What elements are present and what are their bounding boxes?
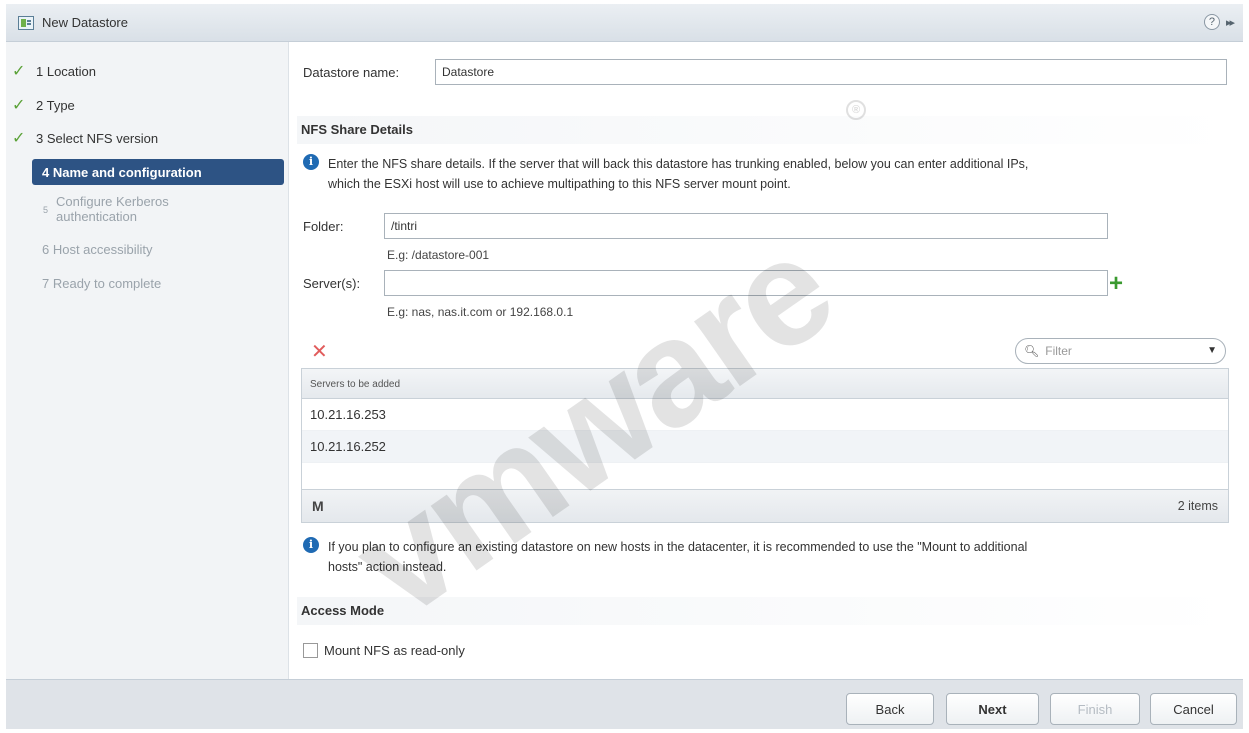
mount-info-message: i If you plan to configure an existing d…	[303, 537, 1233, 577]
main-panel: Datastore name: NFS Share Details i Ente…	[289, 42, 1243, 679]
next-button[interactable]: Next	[946, 693, 1039, 725]
step-label: 1 Location	[36, 63, 96, 79]
finish-button[interactable]: Finish	[1050, 693, 1140, 725]
servers-label: Server(s):	[303, 276, 361, 291]
step-name-and-configuration[interactable]: 4 Name and configuration	[32, 159, 284, 185]
folder-label: Folder:	[303, 219, 344, 234]
folder-hint: E.g: /datastore-001	[387, 248, 490, 262]
step-location[interactable]: ✓ 1 Location	[6, 58, 289, 84]
nfs-info-message: i Enter the NFS share details. If the se…	[303, 154, 1233, 194]
binoculars-icon[interactable]: M	[312, 498, 324, 514]
chevron-down-icon[interactable]: ▼	[1207, 345, 1217, 356]
step-configure-kerberos: 5 Configure Kerberos authentication	[6, 194, 289, 230]
servers-hint: E.g: nas, nas.it.com or 192.168.0.1	[387, 305, 574, 319]
checkmark-icon: ✓	[12, 63, 26, 80]
step-label: Configure Kerberos authentication	[56, 194, 169, 224]
readonly-checkbox[interactable]	[303, 643, 318, 658]
dialog-title: New Datastore	[42, 15, 128, 30]
step-label-line2: authentication	[56, 209, 137, 224]
readonly-label[interactable]: Mount NFS as read-only	[324, 643, 465, 658]
step-label: 3 Select NFS version	[36, 130, 159, 146]
nfs-share-details-header: NFS Share Details	[297, 116, 1235, 144]
checkmark-icon: ✓	[12, 97, 26, 114]
servers-input[interactable]	[384, 270, 1108, 296]
info-icon: i	[303, 154, 319, 170]
step-number: 5	[43, 205, 49, 215]
datastore-name-label: Datastore name:	[303, 65, 400, 80]
mount-info-text: If you plan to configure an existing dat…	[328, 537, 1027, 577]
nfs-info-line1: Enter the NFS share details. If the serv…	[328, 157, 1029, 171]
table-row[interactable]: 10.21.16.252	[302, 431, 1228, 463]
cancel-button[interactable]: Cancel	[1150, 693, 1237, 725]
step-label: 7 Ready to complete	[42, 275, 162, 291]
back-button[interactable]: Back	[846, 693, 934, 725]
filter-placeholder: Filter	[1045, 344, 1072, 358]
step-ready-to-complete: 7 Ready to complete	[6, 270, 289, 296]
expand-icon[interactable]: ▸▸	[1226, 16, 1235, 29]
access-mode-header: Access Mode	[297, 597, 1235, 625]
info-icon: i	[303, 537, 319, 553]
step-label: 2 Type	[36, 97, 75, 113]
datastore-name-input[interactable]	[435, 59, 1227, 85]
filter-dropdown[interactable]: 🔍︎ Filter ▼	[1015, 338, 1226, 364]
servers-grid-header[interactable]: Servers to be added	[302, 369, 1228, 399]
wizard-steps-sidebar: ✓ 1 Location ✓ 2 Type ✓ 3 Select NFS ver…	[6, 42, 289, 679]
folder-input[interactable]	[384, 213, 1108, 239]
search-icon: 🔍︎	[1024, 344, 1040, 358]
step-label-line1: Configure Kerberos	[56, 194, 169, 209]
datastore-icon	[18, 15, 34, 30]
step-host-accessibility: 6 Host accessibility	[6, 236, 289, 262]
step-label: 4 Name and configuration	[42, 164, 202, 180]
table-row[interactable]: 10.21.16.253	[302, 399, 1228, 431]
checkmark-icon: ✓	[12, 130, 26, 147]
nfs-info-line2: which the ESXi host will use to achieve …	[328, 177, 791, 191]
mount-info-line1: If you plan to configure an existing dat…	[328, 540, 1028, 554]
registered-mark: ®	[846, 100, 866, 120]
step-select-nfs-version[interactable]: ✓ 3 Select NFS version	[6, 125, 289, 151]
step-label: 6 Host accessibility	[42, 241, 153, 257]
title-actions: ? ▸▸	[1203, 14, 1235, 30]
servers-grid-footer: M 2 items	[301, 489, 1229, 523]
remove-server-icon[interactable]: ✕	[311, 339, 328, 364]
nfs-info-text: Enter the NFS share details. If the serv…	[328, 154, 1028, 194]
step-type[interactable]: ✓ 2 Type	[6, 92, 289, 118]
item-count: 2 items	[1177, 499, 1218, 513]
dialog-footer: Back Next Finish Cancel	[6, 679, 1243, 729]
add-server-icon[interactable]: +	[1109, 272, 1123, 296]
mount-info-line2: hosts" action instead.	[328, 560, 447, 574]
dialog-title-bar: New Datastore ? ▸▸	[6, 4, 1243, 42]
help-icon[interactable]: ?	[1203, 14, 1220, 30]
